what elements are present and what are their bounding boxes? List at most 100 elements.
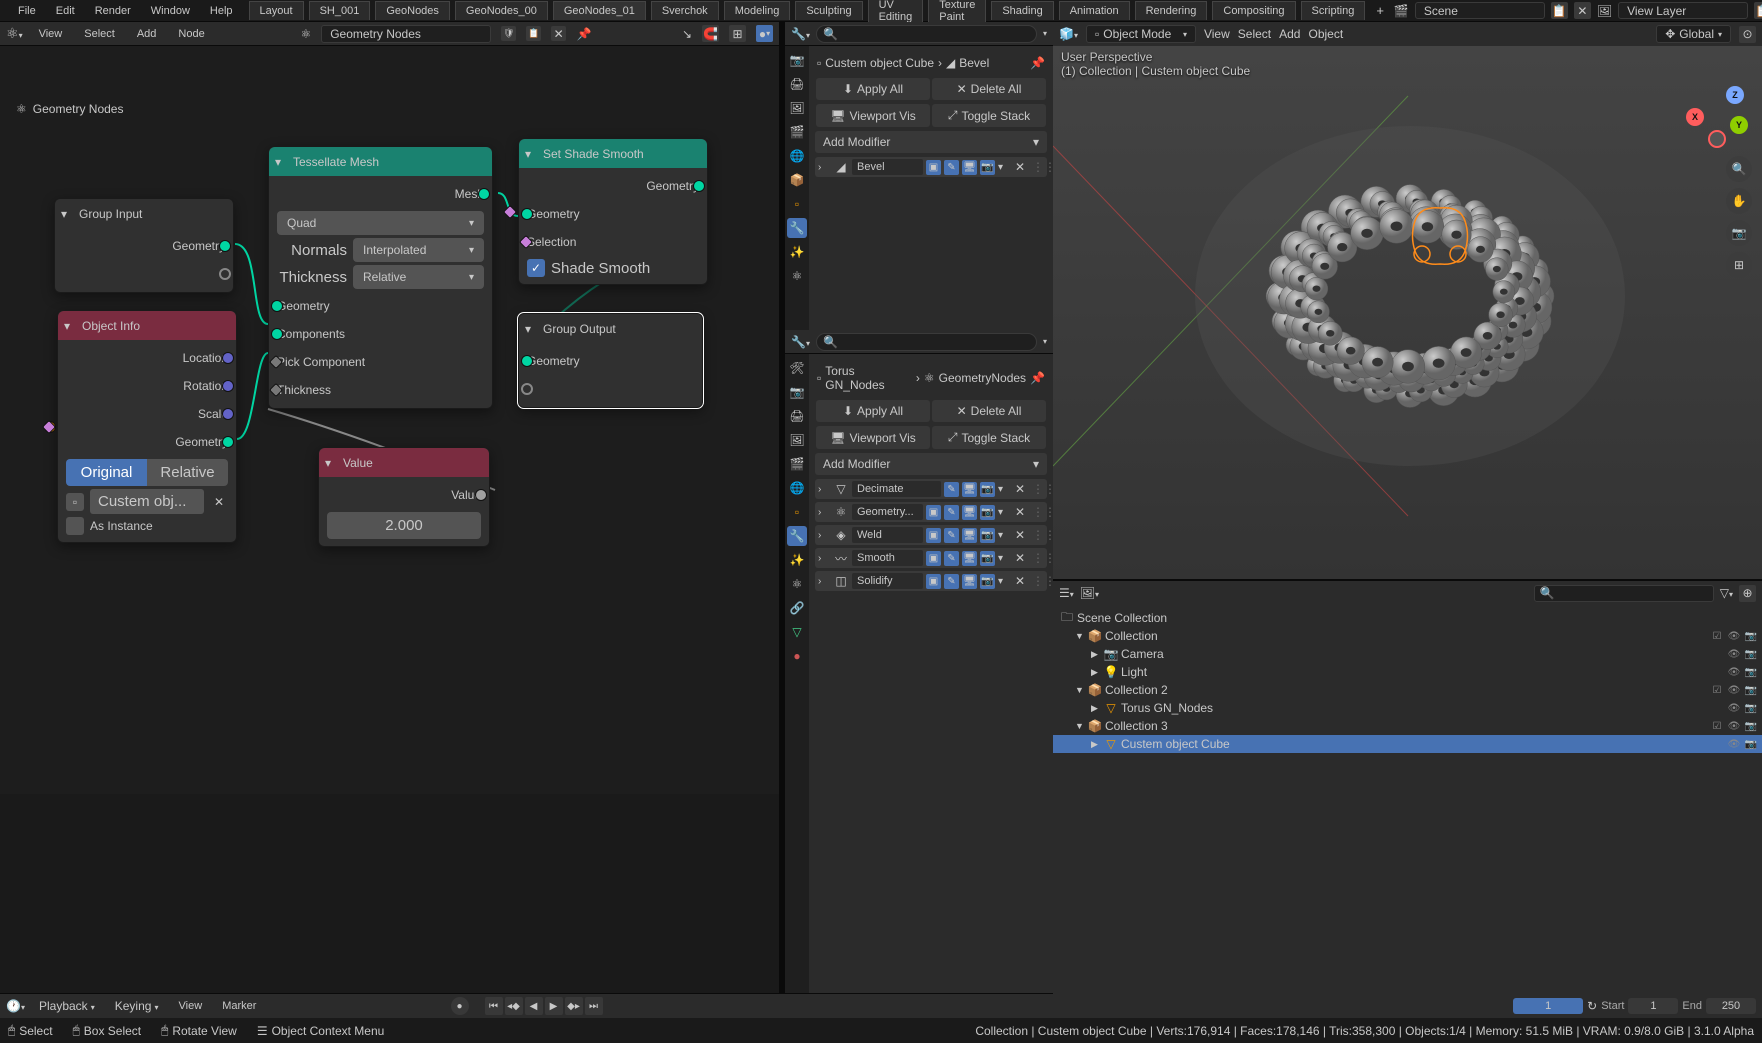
add-modifier-dropdown[interactable]: Add Modifier▾ bbox=[815, 131, 1047, 153]
tab-scene[interactable]: 🎬 bbox=[787, 454, 807, 474]
modifier-menu-icon[interactable]: ▾ bbox=[998, 530, 1012, 541]
toggle-edit-icon[interactable]: ✎ bbox=[944, 551, 959, 566]
toggle-edit-icon[interactable]: ✎ bbox=[944, 528, 959, 543]
tab-modifiers[interactable]: 🔧 bbox=[787, 218, 807, 238]
hide-viewport-icon[interactable]: 👁 bbox=[1727, 629, 1741, 643]
editor-type-icon[interactable]: 🔧▾ bbox=[791, 335, 810, 349]
arrow-icon[interactable]: ↘ bbox=[682, 27, 692, 41]
as-instance-checkbox[interactable] bbox=[66, 517, 84, 535]
object-reference-field[interactable]: Custem obj... bbox=[90, 489, 204, 514]
tree-item[interactable]: ▼ 📦 Collection 2 ☑ 👁 📷 bbox=[1053, 681, 1762, 699]
toggle-render-icon[interactable]: 📷 bbox=[980, 505, 995, 520]
pan-gizmo-icon[interactable]: ✋ bbox=[1726, 188, 1752, 214]
modifier-name-field[interactable]: Geometry... bbox=[852, 504, 923, 520]
node-tessellate-mesh[interactable]: ▾Tessellate Mesh Mesh Quad▾ Normals Inte… bbox=[268, 146, 493, 409]
toggle-cage-icon[interactable]: ▣ bbox=[926, 574, 941, 589]
disable-render-icon[interactable]: 📷 bbox=[1744, 629, 1758, 643]
node-menu-add[interactable]: Add bbox=[131, 26, 163, 42]
shade-smooth-checkbox[interactable] bbox=[527, 259, 545, 277]
modifier-menu-icon[interactable]: ▾ bbox=[998, 507, 1012, 518]
tree-item[interactable]: ▶ 💡 Light 👁 📷 bbox=[1053, 663, 1762, 681]
socket-geometry-in[interactable] bbox=[271, 300, 283, 312]
current-frame-field[interactable]: 1 bbox=[1513, 998, 1583, 1014]
tree-root[interactable]: 🗀 Scene Collection bbox=[1053, 609, 1762, 627]
delete-all-button[interactable]: ✕Delete All bbox=[932, 78, 1046, 100]
filter-icon[interactable]: ▽▾ bbox=[1720, 586, 1733, 600]
end-frame-field[interactable]: 250 bbox=[1706, 998, 1756, 1014]
expand-icon[interactable]: ▶ bbox=[1091, 667, 1103, 678]
outliner-search[interactable]: 🔍 bbox=[1534, 585, 1714, 602]
editor-type-icon[interactable]: ☰▾ bbox=[1059, 586, 1074, 600]
tree-item[interactable]: ▼ 📦 Collection 3 ☑ 👁 📷 bbox=[1053, 717, 1762, 735]
thickness-mode-dropdown[interactable]: Relative▾ bbox=[353, 265, 484, 289]
tab-viewlayer[interactable]: 🖼 bbox=[787, 430, 807, 450]
mode-selector[interactable]: ▫Object Mode▾ bbox=[1086, 25, 1196, 43]
zoom-gizmo-icon[interactable]: 🔍 bbox=[1726, 156, 1752, 182]
disable-render-icon[interactable]: 📷 bbox=[1744, 701, 1758, 715]
menu-render[interactable]: Render bbox=[87, 2, 139, 20]
workspace-tab[interactable]: Modeling bbox=[724, 1, 791, 20]
orientation-selector[interactable]: ✥Global▾ bbox=[1656, 25, 1731, 43]
node-set-shade-smooth[interactable]: ▾Set Shade Smooth Geometry Geometry Sele… bbox=[518, 138, 708, 285]
collapse-icon[interactable]: ▾ bbox=[525, 322, 531, 336]
hide-viewport-icon[interactable]: 👁 bbox=[1727, 737, 1741, 751]
delete-modifier-icon[interactable]: ✕ bbox=[1015, 160, 1029, 174]
toggle-render-icon[interactable]: 📷 bbox=[980, 528, 995, 543]
play-reverse-button[interactable]: ◀ bbox=[525, 997, 543, 1015]
properties-search[interactable]: 🔍 bbox=[816, 333, 1037, 351]
socket-bool-in[interactable] bbox=[503, 204, 517, 218]
tab-world[interactable]: 🌐 bbox=[787, 478, 807, 498]
perspective-gizmo-icon[interactable]: ⊞ bbox=[1726, 252, 1752, 278]
start-frame-field[interactable]: 1 bbox=[1628, 998, 1678, 1014]
navigation-gizmo[interactable]: Z X Y bbox=[1686, 86, 1748, 148]
tab-particles[interactable]: ✨ bbox=[787, 550, 807, 570]
toggle-viewport-icon[interactable]: 🖥 bbox=[962, 505, 977, 520]
node-value[interactable]: ▾Value Value 2.000 bbox=[318, 447, 490, 547]
options-icon[interactable]: ▾ bbox=[1043, 337, 1047, 346]
hide-viewport-icon[interactable]: 👁 bbox=[1727, 719, 1741, 733]
tab-physics[interactable]: ⚛ bbox=[787, 574, 807, 594]
scene-selector[interactable]: Scene bbox=[1415, 2, 1545, 19]
transform-space-toggle[interactable]: Original Relative bbox=[66, 459, 228, 486]
mode-dropdown[interactable]: Quad▾ bbox=[277, 211, 484, 235]
drag-handle-icon[interactable]: ⋮⋮ bbox=[1032, 528, 1044, 542]
pin-icon[interactable]: 📌 bbox=[1030, 371, 1045, 385]
collapse-icon[interactable]: ▾ bbox=[64, 319, 70, 333]
expand-modifier-icon[interactable]: › bbox=[818, 576, 830, 587]
disable-render-icon[interactable]: 📷 bbox=[1744, 737, 1758, 751]
toggle-render-icon[interactable]: 📷 bbox=[980, 482, 995, 497]
workspace-tab[interactable]: Shading bbox=[991, 1, 1053, 20]
axis-y[interactable]: Y bbox=[1730, 116, 1748, 134]
socket-geometry-in[interactable] bbox=[271, 328, 283, 340]
tab-output[interactable]: 🖨 bbox=[787, 74, 807, 94]
modifier-name-field[interactable]: Bevel bbox=[852, 159, 923, 175]
expand-icon[interactable]: ▼ bbox=[1075, 631, 1087, 641]
play-button[interactable]: ▶ bbox=[545, 997, 563, 1015]
editor-type-icon[interactable]: ⚛▾ bbox=[6, 25, 23, 42]
tree-item[interactable]: ▼ 📦 Collection ☑ 👁 📷 bbox=[1053, 627, 1762, 645]
jump-start-button[interactable]: ⏮ bbox=[485, 997, 503, 1015]
apply-all-button[interactable]: ⬇Apply All bbox=[816, 400, 930, 422]
tab-render[interactable]: 📷 bbox=[787, 50, 807, 70]
workspace-tab[interactable]: Animation bbox=[1059, 1, 1130, 20]
toggle-cage-icon[interactable]: ▣ bbox=[926, 160, 941, 175]
drag-handle-icon[interactable]: ⋮⋮ bbox=[1032, 482, 1044, 496]
normals-dropdown[interactable]: Interpolated▾ bbox=[353, 238, 484, 262]
nodetree-selector[interactable]: Geometry Nodes bbox=[321, 25, 491, 43]
modifier-name-field[interactable]: Solidify bbox=[852, 573, 923, 589]
expand-icon[interactable]: ▶ bbox=[1091, 703, 1103, 714]
toggle-edit-icon[interactable]: ✎ bbox=[944, 574, 959, 589]
tab-particles[interactable]: ✨ bbox=[787, 242, 807, 262]
options-icon[interactable]: ▾ bbox=[1043, 29, 1047, 38]
collapse-icon[interactable]: ▾ bbox=[61, 207, 67, 221]
tab-world[interactable]: 🌐 bbox=[787, 146, 807, 166]
toggle-stack-button[interactable]: ⤢Toggle Stack bbox=[932, 426, 1046, 449]
node-editor-canvas[interactable]: ⚛ Geometry Nodes ▾Group Input Geometry ▾… bbox=[0, 46, 779, 794]
tab-object[interactable]: ▫ bbox=[787, 502, 807, 522]
exclude-toggle-icon[interactable]: ☑ bbox=[1710, 629, 1724, 643]
menu-help[interactable]: Help bbox=[202, 2, 241, 20]
socket-virtual-out[interactable] bbox=[219, 268, 231, 280]
node-menu-select[interactable]: Select bbox=[78, 26, 121, 42]
snap-toggle[interactable]: 🧲 bbox=[702, 25, 719, 42]
socket-geometry-in[interactable] bbox=[521, 355, 533, 367]
